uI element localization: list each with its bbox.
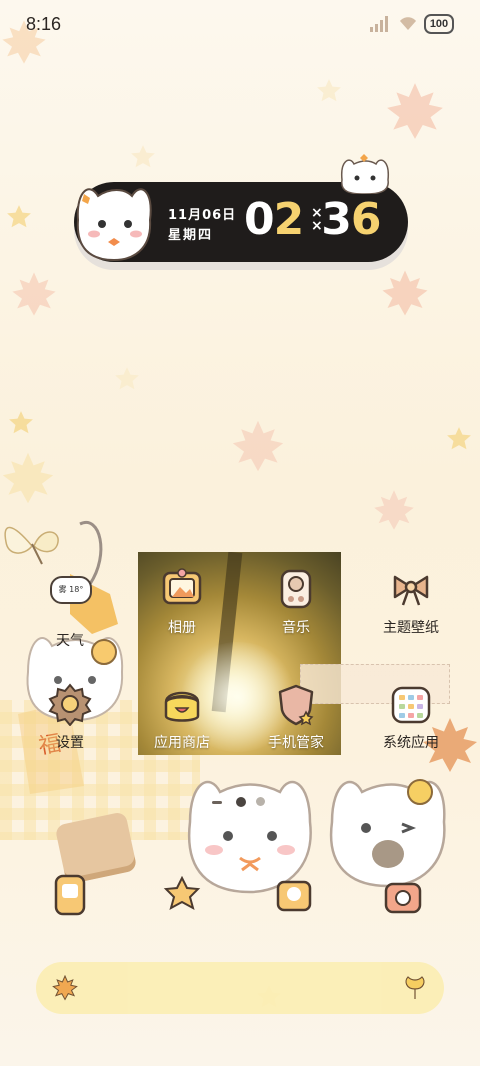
app-label: 手机管家 (268, 735, 324, 751)
maple-leaf-decoration (232, 420, 284, 472)
page-dot-active (236, 797, 246, 807)
app-system[interactable]: 系统应用 (366, 682, 456, 752)
star-decoration (131, 145, 155, 168)
signal-icon (370, 16, 388, 32)
app-label: 主题壁纸 (383, 620, 439, 636)
clock-hour-tens: 0 (244, 194, 275, 245)
app-theme[interactable]: 主题壁纸 (366, 567, 456, 637)
status-bar: 8:16 100 (0, 0, 480, 48)
app-label: 相册 (168, 620, 196, 636)
app-store-icon (164, 691, 200, 722)
sticker-decoration (54, 874, 86, 916)
app-label: 音乐 (282, 620, 310, 636)
page-indicator[interactable] (212, 797, 272, 809)
phone-manager-icon (278, 684, 314, 726)
maple-leaf-icon[interactable] (52, 975, 78, 1001)
app-gallery[interactable]: 相册 (137, 567, 227, 637)
sticker-decoration (384, 882, 422, 914)
app-label: 天气 (56, 633, 84, 649)
sticker-decoration (163, 876, 201, 911)
maple-leaf-decoration (387, 83, 443, 139)
clock-minute-units: 6 (350, 194, 382, 245)
page-dot (212, 801, 222, 804)
weather-icon (48, 580, 92, 624)
battery-indicator: 100 (424, 14, 454, 34)
clock-date: 11月06日 (168, 208, 237, 223)
dock (36, 962, 444, 1014)
maple-leaf-decoration (374, 490, 414, 530)
wifi-icon (400, 17, 416, 30)
app-music[interactable]: 音乐 (251, 567, 341, 637)
status-time: 8:16 (26, 14, 62, 34)
cat-mascot-icon (76, 188, 152, 262)
clock-weekday: 星期四 (168, 228, 214, 243)
app-weather[interactable]: 天气 (25, 580, 115, 650)
sticker-decoration (276, 880, 312, 912)
clock-minute-tens: 3 (321, 194, 352, 245)
system-apps-icon (391, 686, 431, 724)
app-store[interactable]: 应用商店 (137, 682, 227, 752)
star-decoration (317, 79, 341, 102)
star-decoration (7, 205, 31, 228)
maple-leaf-decoration (12, 272, 56, 316)
page-dot (256, 797, 265, 806)
app-label: 应用商店 (154, 735, 210, 751)
settings-icon (48, 683, 92, 726)
clock-separator: × × (311, 205, 323, 234)
clock-hour-units: 2 (273, 194, 305, 245)
app-label: 设置 (56, 735, 84, 751)
ginkgo-leaf-icon[interactable] (402, 975, 428, 1001)
music-icon (280, 569, 312, 609)
gallery-icon (162, 568, 202, 605)
maple-leaf-decoration (382, 270, 428, 316)
star-decoration (115, 367, 139, 390)
theme-icon (393, 575, 429, 606)
cat-character-decoration (329, 779, 446, 888)
app-phone-manager[interactable]: 手机管家 (251, 682, 341, 752)
cat-mascot-icon (341, 154, 389, 194)
maple-leaf-decoration (2, 452, 54, 504)
star-decoration (9, 411, 33, 434)
star-decoration (447, 427, 471, 450)
app-settings[interactable]: 设置 (25, 682, 115, 752)
app-label: 系统应用 (383, 735, 439, 751)
